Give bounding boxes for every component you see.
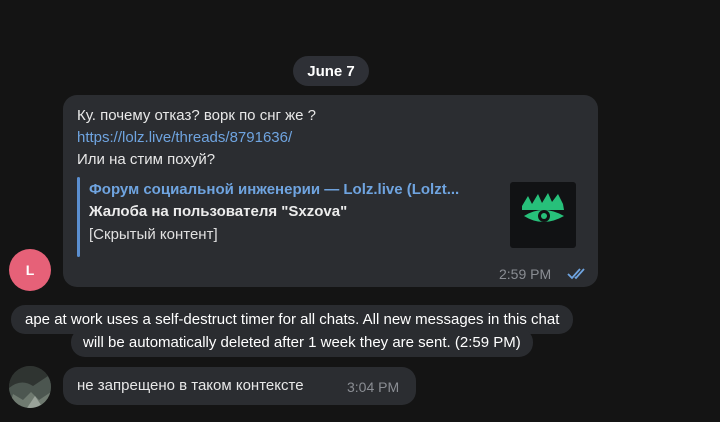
message-time: 2:59 PM [499,266,552,282]
preview-accent-bar [77,177,80,257]
lolz-logo-icon[interactable] [510,182,576,248]
message-bubble[interactable]: не запрещено в таком контексте 3:04 PM [63,367,416,405]
link-preview[interactable]: Форум социальной инженерии — Lolz.live (… [77,177,577,257]
message-bubble[interactable]: Ку. почему отказ? ворк по снг же ? https… [63,95,598,287]
avatar[interactable]: L [9,249,51,291]
message-text: не запрещено в таком контексте [77,377,304,394]
preview-description: [Скрытый контент] [89,226,218,243]
double-check-read-icon [567,268,585,280]
preview-site-name: Форум социальной инженерии — Lolz.live (… [89,181,460,198]
message-time: 3:04 PM [347,379,400,395]
chat-area: June 7 L Ку. почему отказ? ворк по снг ж… [0,0,720,422]
avatar[interactable] [9,366,51,408]
service-message-line: will be automatically deleted after 1 we… [71,328,533,357]
message-text-line: Или на стим похуй? [77,151,216,168]
user-photo-avatar [9,366,51,408]
message-link[interactable]: https://lolz.live/threads/8791636/ [77,128,292,148]
date-separator: June 7 [293,56,369,86]
avatar-letter: L [25,262,35,278]
message-text-line: Ку. почему отказ? ворк по снг же ? [77,107,317,124]
preview-title: Жалоба на пользователя "Sxzova" [89,203,348,220]
